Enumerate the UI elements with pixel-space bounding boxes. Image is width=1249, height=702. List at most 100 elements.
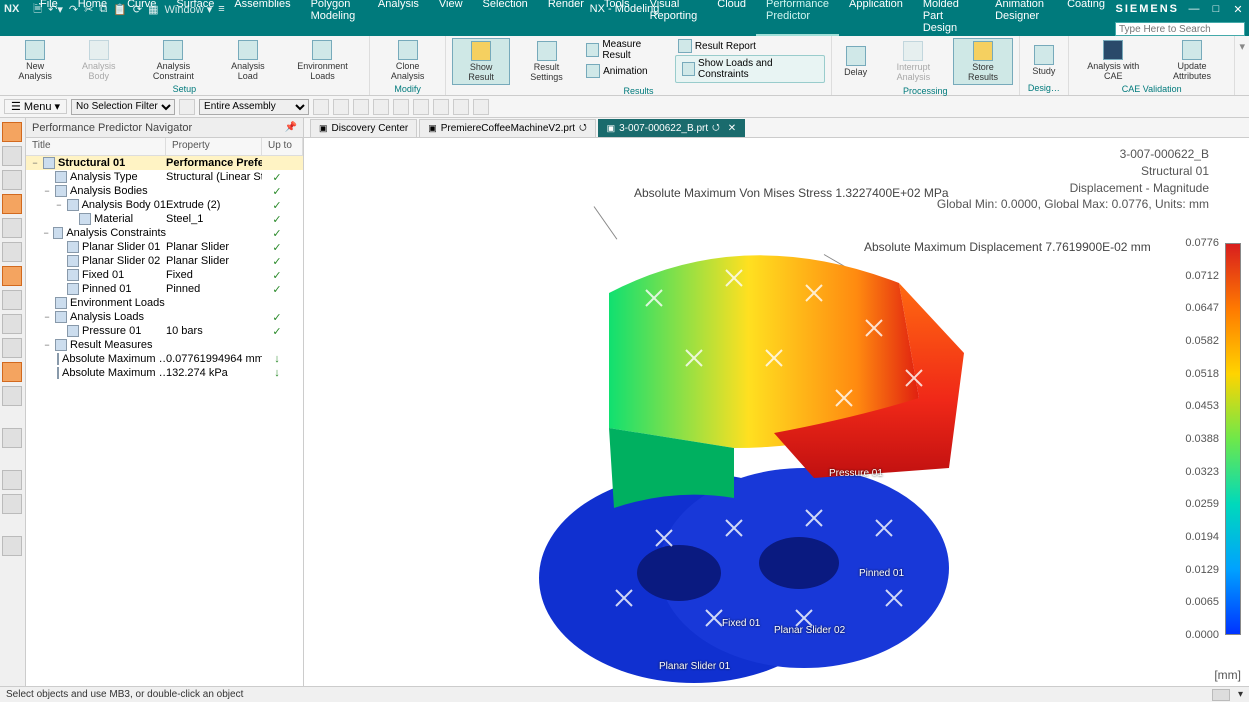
animation-button[interactable]: Animation [583, 63, 671, 79]
status-indicator-icon[interactable] [1212, 689, 1230, 701]
close-button[interactable]: ✕ [1231, 3, 1245, 16]
tab-selection[interactable]: Selection [473, 0, 538, 36]
performance-predictor-icon[interactable] [2, 362, 22, 382]
analysis-load-button[interactable]: Analysis Load [218, 38, 279, 83]
tb-icon-5[interactable] [393, 99, 409, 115]
show-loads-constraints-button[interactable]: Show Loads and Constraints [675, 55, 825, 83]
tb-icon-2[interactable] [333, 99, 349, 115]
sync-icon[interactable]: ⟳ [133, 3, 142, 16]
tab-view[interactable]: View [429, 0, 473, 36]
tree-row[interactable]: Planar Slider 01Planar Slider✓ [26, 240, 303, 254]
tree-row[interactable]: −Structural 01Performance Preferred [26, 156, 303, 170]
tree-row[interactable]: −Analysis Body 01Extrude (2)✓ [26, 198, 303, 212]
process-studio-icon[interactable] [2, 290, 22, 310]
environment-loads-button[interactable]: Environment Loads [282, 38, 363, 83]
paste-icon[interactable]: 📋 [113, 3, 127, 16]
show-result-button[interactable]: Show Result [452, 38, 510, 85]
tb-icon-6[interactable] [413, 99, 429, 115]
tab-coating[interactable]: Coating [1057, 0, 1115, 36]
web-browser-icon[interactable] [2, 242, 22, 262]
col-title[interactable]: Title [26, 138, 166, 155]
document-tab[interactable]: ▣Discovery Center [310, 119, 417, 137]
result-report-button[interactable]: Result Report [675, 38, 825, 54]
analysis-constraint-button[interactable]: Analysis Constraint [133, 38, 213, 83]
assembly-filter-select[interactable]: Entire Assembly [199, 99, 309, 115]
filter-options-icon[interactable] [179, 99, 195, 115]
ribbon-overflow-icon[interactable]: ▾ [1235, 36, 1249, 95]
undo-icon[interactable]: ↶▾ [48, 3, 63, 16]
store-results-button[interactable]: Store Results [953, 38, 1013, 85]
save-icon[interactable]: 🗎 [33, 0, 42, 19]
tree-row[interactable]: −Analysis Loads✓ [26, 310, 303, 324]
analysis-with-cae-button[interactable]: Analysis with CAE [1075, 38, 1152, 83]
tree-row[interactable]: Pinned 01Pinned✓ [26, 282, 303, 296]
tab-assemblies[interactable]: Assemblies [224, 0, 300, 36]
manufacturing-icon[interactable] [2, 386, 22, 406]
assembly-navigator-icon[interactable] [2, 146, 22, 166]
tab-molded-part-design[interactable]: Molded Part Design [913, 0, 985, 36]
tb-icon-1[interactable] [313, 99, 329, 115]
tree-row[interactable]: MaterialSteel_1✓ [26, 212, 303, 226]
delay-button[interactable]: Delay [838, 38, 874, 85]
window-menu[interactable]: Window ▾ [165, 3, 213, 16]
redo-icon[interactable]: ↷ [69, 3, 78, 16]
tb-icon-4[interactable] [373, 99, 389, 115]
selection-filter-select[interactable]: No Selection Filter [71, 99, 175, 115]
menu-dropdown[interactable]: ☰ Menu ▾ [4, 99, 67, 114]
tab-polygon-modeling[interactable]: Polygon Modeling [301, 0, 368, 36]
tree-row[interactable]: Environment Loads [26, 296, 303, 310]
close-tab-icon[interactable]: ✕ [728, 123, 736, 134]
status-chevron-icon[interactable]: ▾ [1238, 689, 1243, 700]
tab-render[interactable]: Render [538, 0, 594, 36]
tree-row[interactable]: Analysis TypeStructural (Linear Statics)… [26, 170, 303, 184]
result-settings-button[interactable]: Result Settings [514, 38, 579, 85]
constraint-navigator-icon[interactable] [2, 170, 22, 190]
clock-icon[interactable] [2, 494, 22, 514]
tab-application[interactable]: Application [839, 0, 913, 36]
minimize-button[interactable]: — [1187, 3, 1201, 15]
tab-performance-predictor[interactable]: Performance Predictor [756, 0, 839, 36]
graphics-viewport[interactable]: 3-007-000622_B Structural 01 Displacemen… [304, 138, 1249, 686]
interrupt-analysis-button[interactable]: Interrupt Analysis [878, 38, 950, 85]
tree-row[interactable]: −Analysis Bodies✓ [26, 184, 303, 198]
history-icon[interactable] [2, 266, 22, 286]
document-tab[interactable]: ▣PremiereCoffeeMachineV2.prt ⭯ [419, 119, 595, 137]
tab-analysis[interactable]: Analysis [368, 0, 429, 36]
tb-icon-9[interactable] [473, 99, 489, 115]
col-upto[interactable]: Up to [262, 138, 303, 155]
tb-icon-3[interactable] [353, 99, 369, 115]
qat-overflow-icon[interactable]: ≡ [218, 3, 224, 15]
tab-cloud[interactable]: Cloud [707, 0, 756, 36]
clone-analysis-button[interactable]: Clone Analysis [376, 38, 440, 83]
tree-row[interactable]: Absolute Maximum …132.274 kPa↓ [26, 366, 303, 380]
hd3d-tools-icon[interactable] [2, 218, 22, 238]
update-attributes-button[interactable]: Update Attributes [1156, 38, 1229, 83]
grid-icon[interactable]: ▦ [148, 3, 158, 16]
roles-icon[interactable] [2, 338, 22, 358]
checkmate-icon[interactable] [2, 428, 22, 448]
document-tab[interactable]: ▣3-007-000622_B.prt ⭯✕ [598, 119, 745, 137]
tree-row[interactable]: Pressure 0110 bars✓ [26, 324, 303, 338]
tb-icon-7[interactable] [433, 99, 449, 115]
measure-result-button[interactable]: Measure Result [583, 38, 671, 62]
pin-icon[interactable]: 📌 [285, 122, 297, 133]
tree-row[interactable]: −Result Measures [26, 338, 303, 352]
system-scene-icon[interactable] [2, 314, 22, 334]
capture-icon[interactable] [2, 536, 22, 556]
tree-row[interactable]: Planar Slider 02Planar Slider✓ [26, 254, 303, 268]
tree-row[interactable]: Fixed 01Fixed✓ [26, 268, 303, 282]
new-analysis-button[interactable]: New Analysis [6, 38, 64, 83]
analysis-body-button[interactable]: Analysis Body [68, 38, 129, 83]
tree-row[interactable]: −Analysis Constraints✓ [26, 226, 303, 240]
tree-row[interactable]: Absolute Maximum …0.07761994964 mm↓ [26, 352, 303, 366]
study-button[interactable]: Study [1026, 38, 1062, 82]
tab-animation-designer[interactable]: Animation Designer [985, 0, 1057, 36]
cut-icon[interactable]: ✂ [84, 3, 93, 16]
reuse-library-icon[interactable] [2, 194, 22, 214]
col-property[interactable]: Property [166, 138, 262, 155]
copy-icon[interactable]: ⧉ [99, 3, 107, 16]
visual-report-icon[interactable] [2, 470, 22, 490]
restore-button[interactable]: □ [1209, 3, 1223, 15]
search-input[interactable] [1115, 22, 1245, 36]
part-navigator-icon[interactable] [2, 122, 22, 142]
